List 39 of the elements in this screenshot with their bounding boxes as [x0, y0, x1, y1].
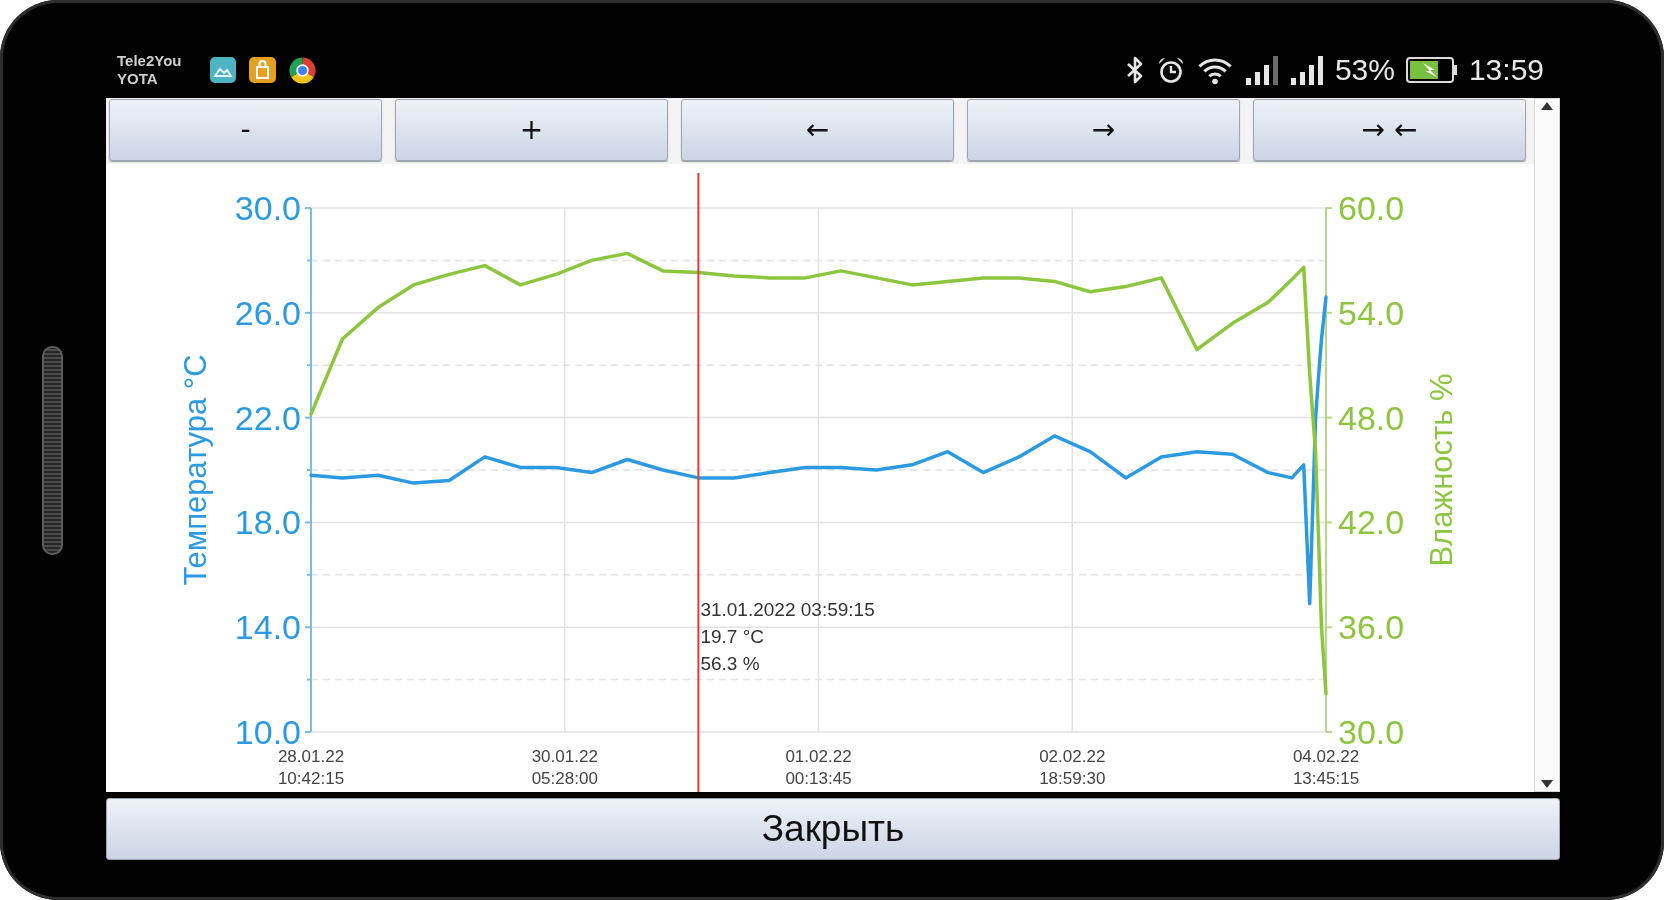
close-button[interactable]: Закрыть — [106, 798, 1560, 860]
signal-bars-icon — [1244, 55, 1279, 85]
annotation-text: 31.01.2022 03:59:15 — [700, 599, 875, 620]
carrier-name: Tele2You — [117, 52, 183, 70]
y2-axis-tick-label: 42.0 — [1338, 503, 1405, 542]
toolbar-button[interactable]: + — [395, 99, 668, 161]
tricolor-circle-icon — [289, 56, 316, 84]
toolbar-button[interactable]: - — [109, 99, 382, 161]
gallery-icon — [210, 57, 236, 83]
annotation-text: 19.7 °C — [700, 626, 764, 647]
y-axis-title: Температура °C — [178, 354, 214, 586]
y-axis-tick-label: 14.0 — [234, 608, 301, 647]
toolbar-button[interactable]: → ← — [1253, 99, 1526, 161]
carrier-name: YOTA — [117, 70, 159, 88]
clock-time: 13:59 — [1468, 55, 1544, 85]
shopping-bag-icon — [249, 57, 276, 83]
x-axis-tick-label: 30.01.22 05:28:00 — [531, 747, 598, 788]
down-arrow-icon[interactable] — [1541, 780, 1553, 788]
y-axis-tick-label: 22.0 — [234, 398, 301, 437]
scrollbar[interactable] — [1534, 98, 1560, 792]
signal-bars-icon — [1289, 55, 1324, 85]
toolbar-button[interactable]: ← — [681, 99, 954, 161]
toolbar-button[interactable]: → — [967, 99, 1240, 161]
y-axis-tick-label: 30.0 — [234, 189, 301, 227]
y-axis-tick-label: 18.0 — [234, 503, 301, 542]
up-arrow-icon[interactable] — [1541, 102, 1553, 110]
y2-axis-title: Влажность % — [1424, 373, 1460, 567]
y2-axis-tick-label: 60.0 — [1338, 189, 1405, 227]
battery-charging-icon — [1405, 57, 1458, 83]
y2-axis-tick-label: 54.0 — [1338, 293, 1405, 332]
y-axis-tick-label: 26.0 — [234, 293, 301, 332]
alarm-clock-icon — [1156, 55, 1185, 85]
x-axis-tick-label: 01.02.22 00:13:45 — [785, 747, 852, 788]
x-axis-tick-label: 02.02.22 18:59:30 — [1039, 747, 1106, 788]
speaker-grille-icon — [42, 345, 63, 555]
annotation-text: 56.3 % — [700, 653, 760, 674]
battery-percentage: 53% — [1334, 55, 1395, 85]
y2-axis-tick-label: 48.0 — [1338, 398, 1405, 437]
y2-axis-tick-label: 36.0 — [1338, 608, 1405, 647]
